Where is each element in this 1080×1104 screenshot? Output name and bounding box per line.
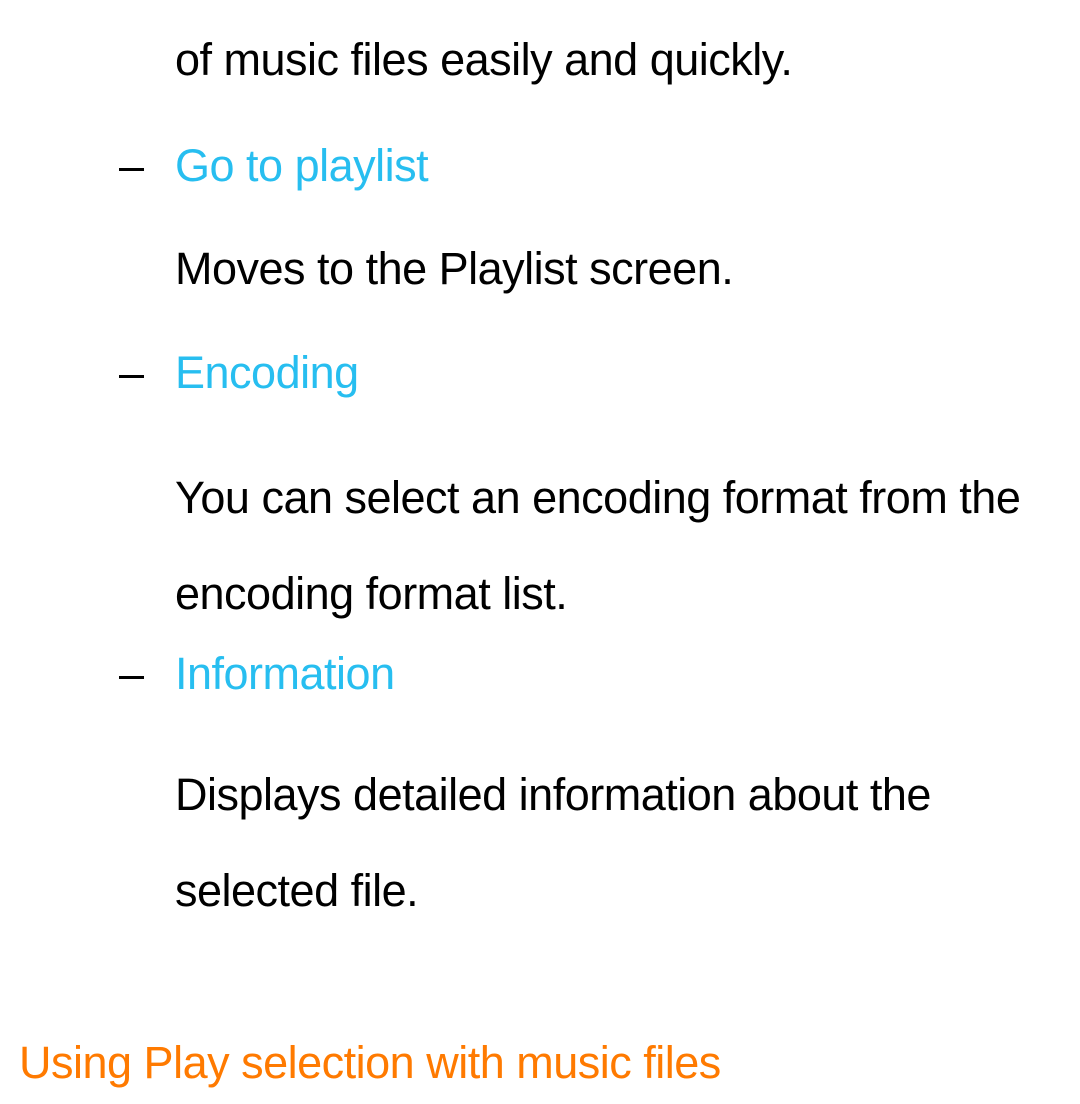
list-item-title-information: Information <box>175 648 1040 700</box>
list-item-title-go-to-playlist: Go to playlist <box>175 140 1040 192</box>
list-item-desc: Displays detailed information about the … <box>175 747 1040 940</box>
previous-page-tail-text: of music files easily and quickly. <box>175 34 1040 86</box>
list-item-desc: Moves to the Playlist screen. <box>175 243 1040 295</box>
list-dash-icon: – <box>119 347 144 399</box>
list-dash-icon: – <box>119 140 144 192</box>
list-item-title-encoding: Encoding <box>175 347 1040 399</box>
section-heading: Using Play selection with music files <box>19 1037 721 1089</box>
list-item-desc: You can select an encoding format from t… <box>175 450 1040 643</box>
list-dash-icon: – <box>119 648 144 700</box>
document-page: { "fragment": { "lead_tail": "of music f… <box>0 0 1080 1104</box>
